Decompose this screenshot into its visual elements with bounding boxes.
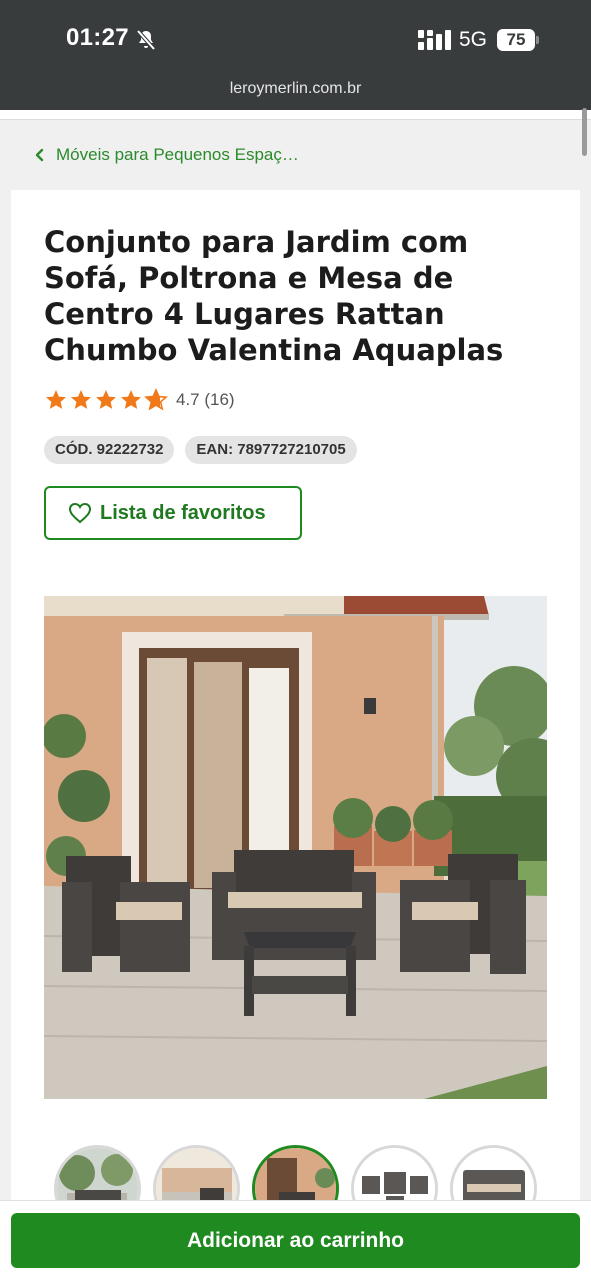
scrollbar[interactable] xyxy=(582,108,587,156)
product-codes: CÓD. 92222732 EAN: 7897727210705 xyxy=(44,436,357,464)
battery-nub xyxy=(536,36,539,44)
breadcrumb-label[interactable]: Móveis para Pequenos Espaç… xyxy=(56,145,299,165)
star-icon xyxy=(121,390,141,409)
chevron-left-icon xyxy=(35,148,44,162)
rating-text: 4.7 (16) xyxy=(176,390,235,409)
favorites-label[interactable]: Lista de favoritos xyxy=(100,502,266,525)
ean-badge: EAN: 7897727210705 xyxy=(185,436,357,464)
status-bar: 01:27 5G 75 leroymerlin.com.br xyxy=(0,0,591,110)
product-rating[interactable]: 4.7 (16) xyxy=(44,388,235,412)
rating-stars xyxy=(44,388,168,412)
signal-icon xyxy=(418,30,451,50)
star-icon xyxy=(71,390,91,409)
heart-icon xyxy=(68,502,92,524)
product-code-badge: CÓD. 92222732 xyxy=(44,436,175,464)
product-main-image[interactable] xyxy=(44,596,547,1099)
favorites-button[interactable]: Lista de favoritos xyxy=(44,486,302,540)
address-bar-url[interactable]: leroymerlin.com.br xyxy=(0,80,591,98)
product-title: Conjunto para Jardim com Sofá, Poltrona … xyxy=(44,225,504,367)
star-icon xyxy=(46,390,66,409)
battery-level: 75 xyxy=(497,29,535,51)
status-time: 01:27 xyxy=(66,24,129,51)
breadcrumb[interactable]: Móveis para Pequenos Espaç… xyxy=(34,145,299,165)
network-type: 5G xyxy=(459,28,488,51)
bell-slash-icon xyxy=(136,29,156,51)
star-icon xyxy=(96,390,116,409)
page-top-edge xyxy=(0,110,591,120)
star-half-icon xyxy=(144,388,168,411)
patio-furniture-photo xyxy=(44,596,547,1099)
add-to-cart-button[interactable]: Adicionar ao carrinho xyxy=(11,1213,580,1268)
